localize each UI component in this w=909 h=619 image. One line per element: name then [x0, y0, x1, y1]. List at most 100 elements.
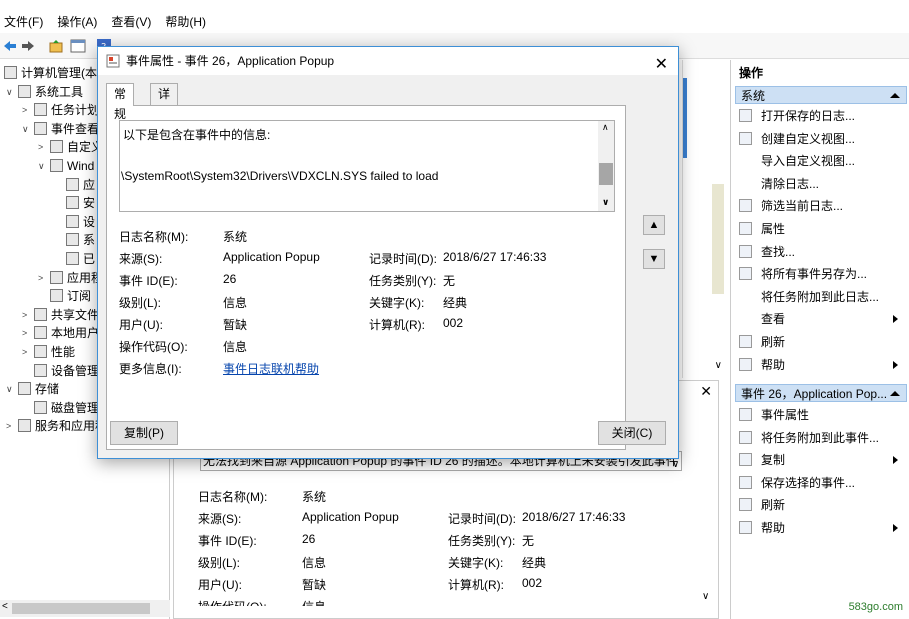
collapse-icon[interactable]	[890, 93, 900, 98]
tree-item[interactable]: 订阅	[50, 287, 91, 305]
tree-item[interactable]: > 自定义	[38, 138, 103, 156]
action-item[interactable]: 将任务附加到此日志...	[739, 287, 904, 307]
copy-button[interactable]: 复制(P)	[110, 421, 178, 445]
tree-item[interactable]: > 服务和应用程	[6, 417, 107, 435]
collapse-chevron-icon[interactable]: ∨	[6, 83, 16, 101]
chevron-down-icon[interactable]: ∨	[672, 459, 679, 470]
action-item[interactable]: 查看	[739, 309, 904, 329]
expand-chevron-icon[interactable]: >	[38, 269, 48, 287]
event-properties-dialog: 事件属性 - 事件 26，Application Popup ✕ 常规 详细信息…	[97, 46, 679, 459]
action-item[interactable]: 复制	[739, 450, 904, 470]
expand-chevron-icon[interactable]: >	[22, 324, 32, 342]
scroll-down-icon[interactable]: ∨	[715, 360, 722, 371]
description-line-2: \SystemRoot\System32\Drivers\VDXCLN.SYS …	[121, 169, 439, 183]
tree-item[interactable]: 磁盘管理	[34, 399, 99, 417]
actions-section-system[interactable]: 系统	[735, 86, 907, 104]
close-icon[interactable]: ✕	[655, 51, 668, 79]
collapse-chevron-icon[interactable]: ∨	[38, 157, 48, 175]
forward-arrow-icon[interactable]	[20, 38, 36, 54]
description-scrollbar[interactable]: ∧ ∨	[598, 121, 614, 211]
expand-chevron-icon[interactable]: >	[38, 138, 48, 156]
event-list-scrollbar-thumb[interactable]	[712, 184, 724, 294]
menu-view[interactable]: 查看(V)	[111, 13, 151, 30]
expand-chevron-icon[interactable]: >	[6, 417, 16, 435]
menu-file[interactable]: 文件(F)	[4, 13, 43, 30]
tree-item-label: 任务计划	[51, 103, 100, 118]
tree-item[interactable]: 应	[66, 176, 95, 194]
expand-chevron-icon[interactable]: >	[22, 101, 32, 119]
tree-item[interactable]: > 性能	[22, 343, 75, 361]
action-item[interactable]: 帮助	[739, 518, 904, 538]
scroll-down-icon[interactable]: ∨	[702, 591, 709, 602]
tree-item[interactable]: ∨ 事件查看	[22, 120, 99, 138]
collapse-icon[interactable]	[890, 391, 900, 396]
previous-event-button[interactable]: ▲	[643, 215, 665, 235]
tree-item-label: 安	[83, 196, 96, 211]
close-button[interactable]: 关闭(C)	[598, 421, 666, 445]
next-event-button[interactable]: ▼	[643, 249, 665, 269]
up-folder-icon[interactable]	[48, 38, 64, 54]
action-item[interactable]: 查找...	[739, 242, 904, 262]
action-item[interactable]: 保存选择的事件...	[739, 473, 904, 493]
tree-item[interactable]: > 任务计划	[22, 101, 100, 119]
more-info-label: 更多信息(I):	[119, 362, 182, 376]
tree-item-label: Wind	[67, 159, 95, 173]
close-icon[interactable]: ✕	[700, 383, 712, 400]
action-item[interactable]: 导入自定义视图...	[739, 151, 904, 171]
tree-item-label: 存储	[35, 382, 60, 397]
menu-help[interactable]: 帮助(H)	[165, 13, 206, 30]
tab-general[interactable]: 常规	[106, 83, 135, 121]
action-item[interactable]: 清除日志...	[739, 174, 904, 194]
tree-item[interactable]: 设备管理	[34, 362, 99, 380]
action-item[interactable]: 帮助	[739, 355, 904, 375]
keywords-label: 关键字(K):	[448, 556, 504, 570]
tab-details[interactable]: 详细信息	[150, 83, 179, 161]
collapse-chevron-icon[interactable]: ∨	[6, 380, 16, 398]
action-item[interactable]: 打开保存的日志...	[739, 106, 904, 126]
log-name-value: 系统	[223, 230, 248, 244]
log-name-value: 系统	[302, 490, 327, 504]
tree-item[interactable]: 计算机管理(本地	[4, 64, 109, 82]
console-tree-icon[interactable]	[70, 38, 86, 54]
action-item[interactable]: 刷新	[739, 332, 904, 352]
tree-item-label: 磁盘管理	[51, 400, 100, 415]
tree-item[interactable]: 已	[66, 250, 95, 268]
filter-icon	[739, 199, 752, 213]
tree-item-label: 本地用户	[51, 326, 100, 341]
tree-horizontal-scrollbar[interactable]: <	[0, 600, 170, 617]
action-item[interactable]: 筛选当前日志...	[739, 196, 904, 216]
action-item[interactable]: 将所有事件另存为...	[739, 264, 904, 284]
chevron-down-icon[interactable]: ∨	[602, 197, 609, 208]
tree-item[interactable]: > 应用程	[38, 269, 103, 287]
expand-chevron-icon[interactable]: >	[22, 343, 32, 361]
tree-item[interactable]: ∨ 系统工具	[6, 83, 83, 101]
action-item[interactable]: 刷新	[739, 495, 904, 515]
collapse-chevron-icon[interactable]: ∨	[22, 120, 32, 138]
action-item-label: 帮助	[761, 521, 786, 535]
menu-action[interactable]: 操作(A)	[57, 13, 97, 30]
back-arrow-icon[interactable]	[2, 38, 18, 54]
tree-item[interactable]: > 本地用户	[22, 324, 100, 342]
expand-chevron-icon[interactable]: >	[22, 306, 32, 324]
event-log-online-help-link[interactable]: 事件日志联机帮助	[223, 360, 319, 377]
users-icon	[34, 326, 47, 340]
action-item[interactable]: 属性	[739, 219, 904, 239]
tree-item[interactable]: 安	[66, 194, 95, 212]
tree-item[interactable]: > 共享文件	[22, 306, 99, 324]
keywords-label: 关键字(K):	[369, 296, 425, 310]
scroll-left-icon[interactable]: <	[2, 601, 8, 612]
actions-section-event[interactable]: 事件 26，Application Pop...	[735, 384, 907, 402]
action-item[interactable]: 将任务附加到此事件...	[739, 428, 904, 448]
tree-item[interactable]: 系	[66, 231, 95, 249]
action-item[interactable]: 事件属性	[739, 405, 904, 425]
opcode-value: 信息	[302, 598, 326, 606]
action-item[interactable]: 创建自定义视图...	[739, 129, 904, 149]
scrollbar-thumb[interactable]	[599, 163, 613, 185]
tree-item[interactable]: 设	[66, 213, 95, 231]
tree-item[interactable]: ∨ Wind	[38, 157, 95, 175]
scrollbar-thumb[interactable]	[12, 603, 150, 614]
copy-icon	[739, 453, 752, 467]
chevron-up-icon[interactable]: ∧	[602, 122, 609, 133]
event-description-box[interactable]: 以下是包含在事件中的信息: \SystemRoot\System32\Drive…	[119, 120, 615, 212]
tree-item[interactable]: ∨ 存储	[6, 380, 60, 398]
